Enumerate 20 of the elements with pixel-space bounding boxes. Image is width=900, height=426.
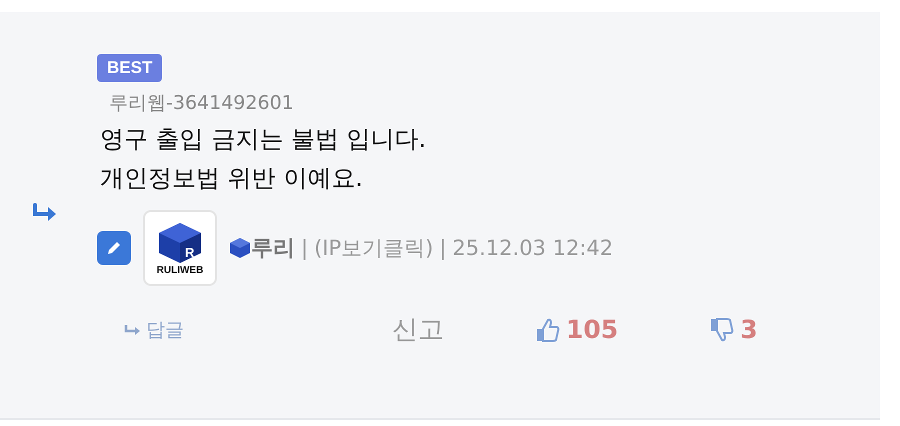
timestamp: 25.12.03 12:42 [452,236,614,260]
best-badge: BEST [97,54,162,82]
ruliweb-logo: R RULIWEB [143,210,217,286]
reply-arrow-icon [124,324,142,336]
cube-icon [229,237,251,259]
edit-button[interactable] [97,231,131,265]
ip-link[interactable]: (IP보기클릭) [314,234,434,262]
separator: | [301,236,308,260]
nickname-link[interactable]: 루리 [251,233,295,263]
like-button[interactable]: 105 [536,315,618,344]
comment-text: 개인정보법 위반 이예요. [100,163,364,194]
reply-button[interactable]: 답글 [124,316,184,342]
report-button[interactable]: 신고 [392,312,444,347]
author-id: 루리웹-3641492601 [109,91,294,116]
thumbs-up-icon [536,316,560,342]
comment-text: 영구 출입 금지는 불법 입니다. [100,124,426,155]
reply-arrow-icon [32,202,58,224]
dislike-button[interactable]: 3 [710,315,758,344]
thumbs-down-icon [710,316,734,342]
separator: | [439,236,446,260]
